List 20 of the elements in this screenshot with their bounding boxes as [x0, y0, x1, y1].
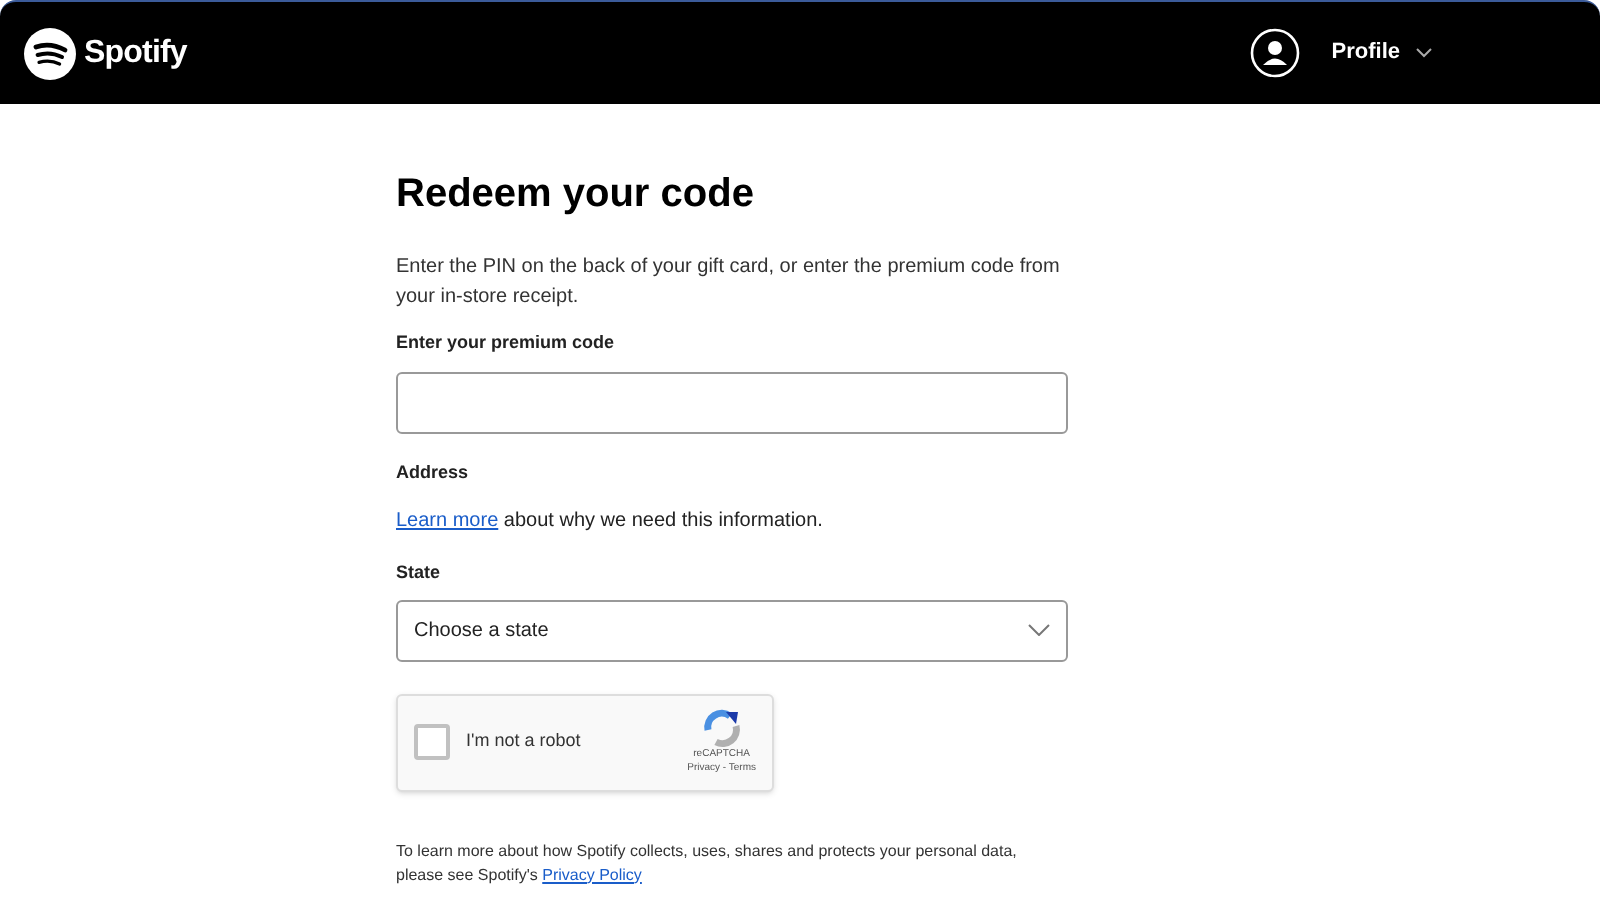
user-icon: [1249, 28, 1300, 78]
profile-menu[interactable]: Profile: [1249, 28, 1432, 78]
learn-more-link[interactable]: Learn more: [396, 510, 499, 532]
privacy-policy-link[interactable]: Privacy Policy: [542, 865, 642, 883]
intro-text: Enter the PIN on the back of your gift card, or enter the premium code from your in-store receipt.: [396, 254, 1062, 312]
section-heading: Address: [396, 459, 471, 485]
page-title: Redeem your code: [396, 170, 756, 220]
chevron-down-icon: [1416, 48, 1432, 58]
captcha-label: I'm not a robot: [466, 728, 581, 755]
info-text: Learn more about why we need this information.: [396, 508, 825, 536]
field-label: State: [396, 560, 443, 586]
brand-name: Spotify: [84, 33, 187, 73]
logo-icon: [24, 27, 76, 79]
captcha-checkbox[interactable]: [414, 724, 450, 760]
code-input[interactable]: [396, 371, 1068, 433]
privacy-text: To learn more about how Spotify collects, uses, shares and protects your personal data, please see Spotify's Privacy Policy: [396, 839, 1019, 887]
recaptcha-icon: [699, 707, 744, 747]
state-dropdown[interactable]: Choose a state: [396, 599, 1068, 661]
field-label: Enter your premium code: [396, 330, 617, 356]
chevron-down-icon: [1028, 624, 1050, 636]
